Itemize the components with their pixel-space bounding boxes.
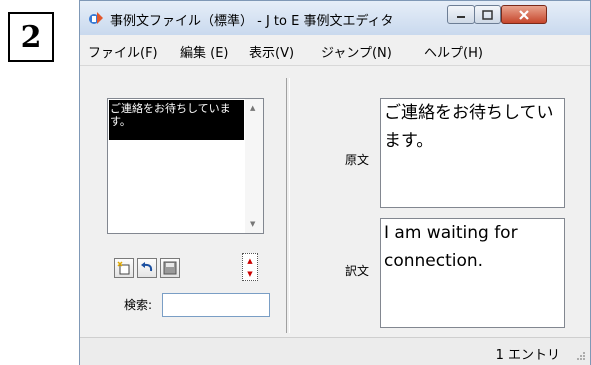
menu-jump[interactable]: ジャンプ(N) <box>321 42 392 61</box>
close-button[interactable] <box>501 5 547 24</box>
undo-icon <box>141 262 153 272</box>
source-label: 原文 <box>345 153 370 167</box>
client-area: ご連絡をお待ちしています。 ▲ ▼ ▲ ▼ 検索: 原文 ご連絡をお待ちしていま… <box>80 66 590 337</box>
search-input[interactable] <box>162 293 270 317</box>
menu-help[interactable]: ヘルプ(H) <box>424 42 483 61</box>
step-number-badge: 2 <box>8 12 54 62</box>
new-entry-icon <box>117 261 130 275</box>
minimize-icon <box>457 15 465 18</box>
maximize-button[interactable] <box>474 5 501 24</box>
save-icon <box>163 261 177 275</box>
list-item-selected[interactable]: ご連絡をお待ちしています。 <box>109 100 244 140</box>
pane-divider[interactable] <box>286 78 290 333</box>
translation-label: 訳文 <box>345 264 370 278</box>
menu-file[interactable]: ファイル(F) <box>88 42 158 61</box>
source-text-field[interactable]: ご連絡をお待ちしています。 <box>380 98 565 208</box>
menu-bar: ファイル(F) 編集 (E) 表示(V) ジャンプ(N) ヘルプ(H) <box>80 35 590 66</box>
new-entry-button[interactable] <box>114 258 134 278</box>
status-bar: 1 エントリ <box>80 337 590 365</box>
scroll-up-icon[interactable]: ▲ <box>250 104 255 112</box>
entry-list[interactable]: ご連絡をお待ちしています。 ▲ ▼ <box>107 98 264 234</box>
undo-button[interactable] <box>137 258 157 278</box>
minimize-button[interactable] <box>447 5 475 24</box>
window-title: 事例文ファイル（標準） - J to E 事例文エディタ <box>110 14 394 29</box>
save-button[interactable] <box>160 258 180 278</box>
move-down-icon[interactable]: ▼ <box>243 267 257 280</box>
scroll-down-icon[interactable]: ▼ <box>250 220 255 228</box>
app-window: 事例文ファイル（標準） - J to E 事例文エディタ ファイル(F) 編集 … <box>79 0 591 365</box>
app-icon <box>89 12 103 24</box>
search-label: 検索: <box>124 298 153 312</box>
menu-edit[interactable]: 編集 (E) <box>180 42 229 61</box>
entry-count: 1 エントリ <box>495 348 560 363</box>
translation-text-field[interactable]: I am waiting for connection. <box>380 218 565 328</box>
title-bar: 事例文ファイル（標準） - J to E 事例文エディタ <box>80 1 590 35</box>
resize-grip-icon[interactable] <box>576 351 586 361</box>
list-scrollbar[interactable]: ▲ ▼ <box>245 99 263 233</box>
order-spinner[interactable]: ▲ ▼ <box>242 253 258 281</box>
move-up-icon[interactable]: ▲ <box>243 254 257 267</box>
menu-view[interactable]: 表示(V) <box>249 42 294 61</box>
close-icon <box>519 9 529 20</box>
maximize-icon <box>482 9 493 20</box>
